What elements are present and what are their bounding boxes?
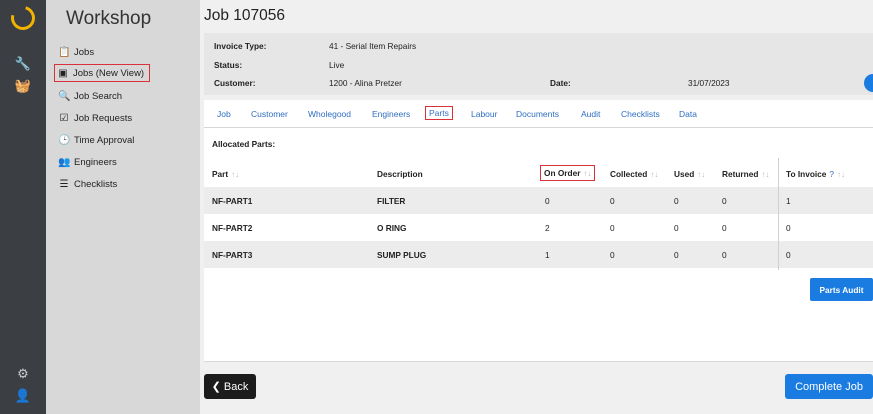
window-icon: ▣ (58, 67, 68, 79)
to-invoice-cell: 1 (786, 196, 791, 206)
sidebar-item-label: Jobs (74, 46, 95, 58)
date-value: 31/07/2023 (688, 78, 730, 88)
tab-documents[interactable]: Documents (516, 109, 559, 119)
on-order-cell: 2 (545, 223, 550, 233)
column-header-to-invoice[interactable]: To Invoice? ↑↓ (786, 169, 845, 179)
returned-cell: 0 (722, 250, 727, 260)
customer-label: Customer: (214, 78, 256, 88)
returned-cell: 0 (722, 223, 727, 233)
clipboard-icon: 📋 (58, 46, 71, 58)
logo-icon[interactable] (6, 1, 40, 35)
returned-cell: 0 (722, 196, 727, 206)
table-row[interactable]: NF-PART2 O RING 2 0 0 0 0 (204, 214, 873, 241)
column-header-part[interactable]: Part ↑↓ (212, 169, 239, 179)
tab-job[interactable]: Job (217, 109, 231, 119)
collected-cell: 0 (610, 223, 615, 233)
status-label: Status: (214, 60, 243, 70)
main-content: Job 107056 Invoice Type: 41 - Serial Ite… (200, 0, 873, 414)
tab-bar: Job Customer Wholegood Engineers Parts L… (204, 100, 873, 128)
clock-icon: 🕒 (58, 134, 71, 146)
sort-icon[interactable]: ↑↓ (231, 170, 239, 179)
on-order-cell: 1 (545, 250, 550, 260)
tab-customer[interactable]: Customer (251, 109, 288, 119)
tab-wholegood[interactable]: Wholegood (308, 109, 351, 119)
sort-icon[interactable]: ↑↓ (761, 170, 769, 179)
date-label: Date: (550, 78, 571, 88)
part-cell: NF-PART3 (212, 250, 253, 260)
sidebar-item-engineers[interactable]: 👥 Engineers (58, 153, 117, 171)
column-divider (778, 158, 779, 270)
column-header-description: Description (377, 169, 423, 179)
gear-icon[interactable]: ⚙ (13, 364, 33, 384)
parts-panel: Allocated Parts: Part ↑↓ Description On O… (204, 128, 873, 362)
sidebar-nav: Workshop 📋 Jobs ▣ Jobs (New View) 🔍 Job … (46, 0, 200, 414)
sidebar-item-jobs-new-view[interactable]: ▣ Jobs (New View) (54, 64, 151, 82)
sidebar-item-label: Job Requests (74, 112, 133, 124)
sidebar-item-jobs[interactable]: 📋 Jobs (58, 43, 94, 61)
collected-cell: 0 (610, 196, 615, 206)
sidebar-item-label: Engineers (74, 156, 117, 168)
sidebar-item-checklists[interactable]: ☰ Checklists (58, 175, 118, 193)
basket-icon[interactable]: 🧺 (13, 76, 33, 96)
complete-job-button[interactable]: Complete Job (785, 374, 873, 399)
back-button[interactable]: ❮ Back (204, 374, 256, 399)
part-cell: NF-PART2 (212, 223, 253, 233)
invoice-type-label: Invoice Type: (214, 41, 267, 51)
page-title: Job 107056 (204, 7, 286, 24)
section-title: Allocated Parts: (212, 139, 276, 149)
icon-rail: 🔧 🧺 ⚙ 👤 (0, 0, 46, 414)
search-icon: 🔍 (58, 90, 71, 102)
column-header-collected[interactable]: Collected ↑↓ (610, 169, 658, 179)
list-icon: ☰ (59, 178, 69, 190)
collected-cell: 0 (610, 250, 615, 260)
sidebar-item-label: Time Approval (74, 134, 135, 146)
column-header-used[interactable]: Used ↑↓ (674, 169, 705, 179)
part-cell: NF-PART1 (212, 196, 253, 206)
on-order-cell: 0 (545, 196, 550, 206)
job-info-panel: Invoice Type: 41 - Serial Item Repairs S… (204, 33, 873, 95)
sidebar-item-time-approval[interactable]: 🕒 Time Approval (58, 131, 134, 149)
users-icon: 👥 (58, 156, 71, 168)
used-cell: 0 (674, 196, 679, 206)
info-icon[interactable]: ? (829, 169, 834, 179)
sidebar-item-label: Job Search (74, 90, 123, 102)
user-icon[interactable]: 👤 (13, 386, 33, 406)
status-value: Live (329, 60, 345, 70)
clipboard-check-icon: ☑ (59, 112, 69, 124)
nav-title: Workshop (66, 8, 152, 29)
tab-checklists[interactable]: Checklists (621, 109, 660, 119)
parts-audit-button[interactable]: Parts Audit (810, 278, 873, 301)
customer-value: 1200 - Alina Pretzer (329, 78, 402, 88)
tab-data[interactable]: Data (679, 109, 697, 119)
to-invoice-cell: 0 (786, 223, 791, 233)
sidebar-item-label: Jobs (New View) (73, 67, 145, 79)
used-cell: 0 (674, 223, 679, 233)
sidebar-item-job-search[interactable]: 🔍 Job Search (58, 87, 122, 105)
invoice-type-value: 41 - Serial Item Repairs (329, 41, 417, 51)
sidebar-item-label: Checklists (74, 178, 118, 190)
table-row[interactable]: NF-PART3 SUMP PLUG 1 0 0 0 0 (204, 241, 873, 268)
tab-audit[interactable]: Audit (581, 109, 600, 119)
table-row[interactable]: NF-PART1 FILTER 0 0 0 0 1 (204, 187, 873, 214)
tab-parts[interactable]: Parts (425, 106, 453, 120)
sort-icon[interactable]: ↑↓ (837, 170, 845, 179)
column-header-returned[interactable]: Returned ↑↓ (722, 169, 769, 179)
sort-icon[interactable]: ↑↓ (697, 170, 705, 179)
sort-icon[interactable]: ↑↓ (650, 170, 658, 179)
wrench-icon[interactable]: 🔧 (13, 54, 33, 74)
sort-icon[interactable]: ↑↓ (583, 169, 591, 178)
sidebar-item-job-requests[interactable]: ☑ Job Requests (58, 109, 133, 127)
tab-engineers[interactable]: Engineers (372, 109, 410, 119)
tab-labour[interactable]: Labour (471, 109, 497, 119)
description-cell: O RING (377, 223, 407, 233)
column-header-on-order[interactable]: On Order ↑↓ (540, 165, 596, 181)
to-invoice-cell: 0 (786, 250, 791, 260)
description-cell: SUMP PLUG (377, 250, 427, 260)
used-cell: 0 (674, 250, 679, 260)
description-cell: FILTER (377, 196, 406, 206)
